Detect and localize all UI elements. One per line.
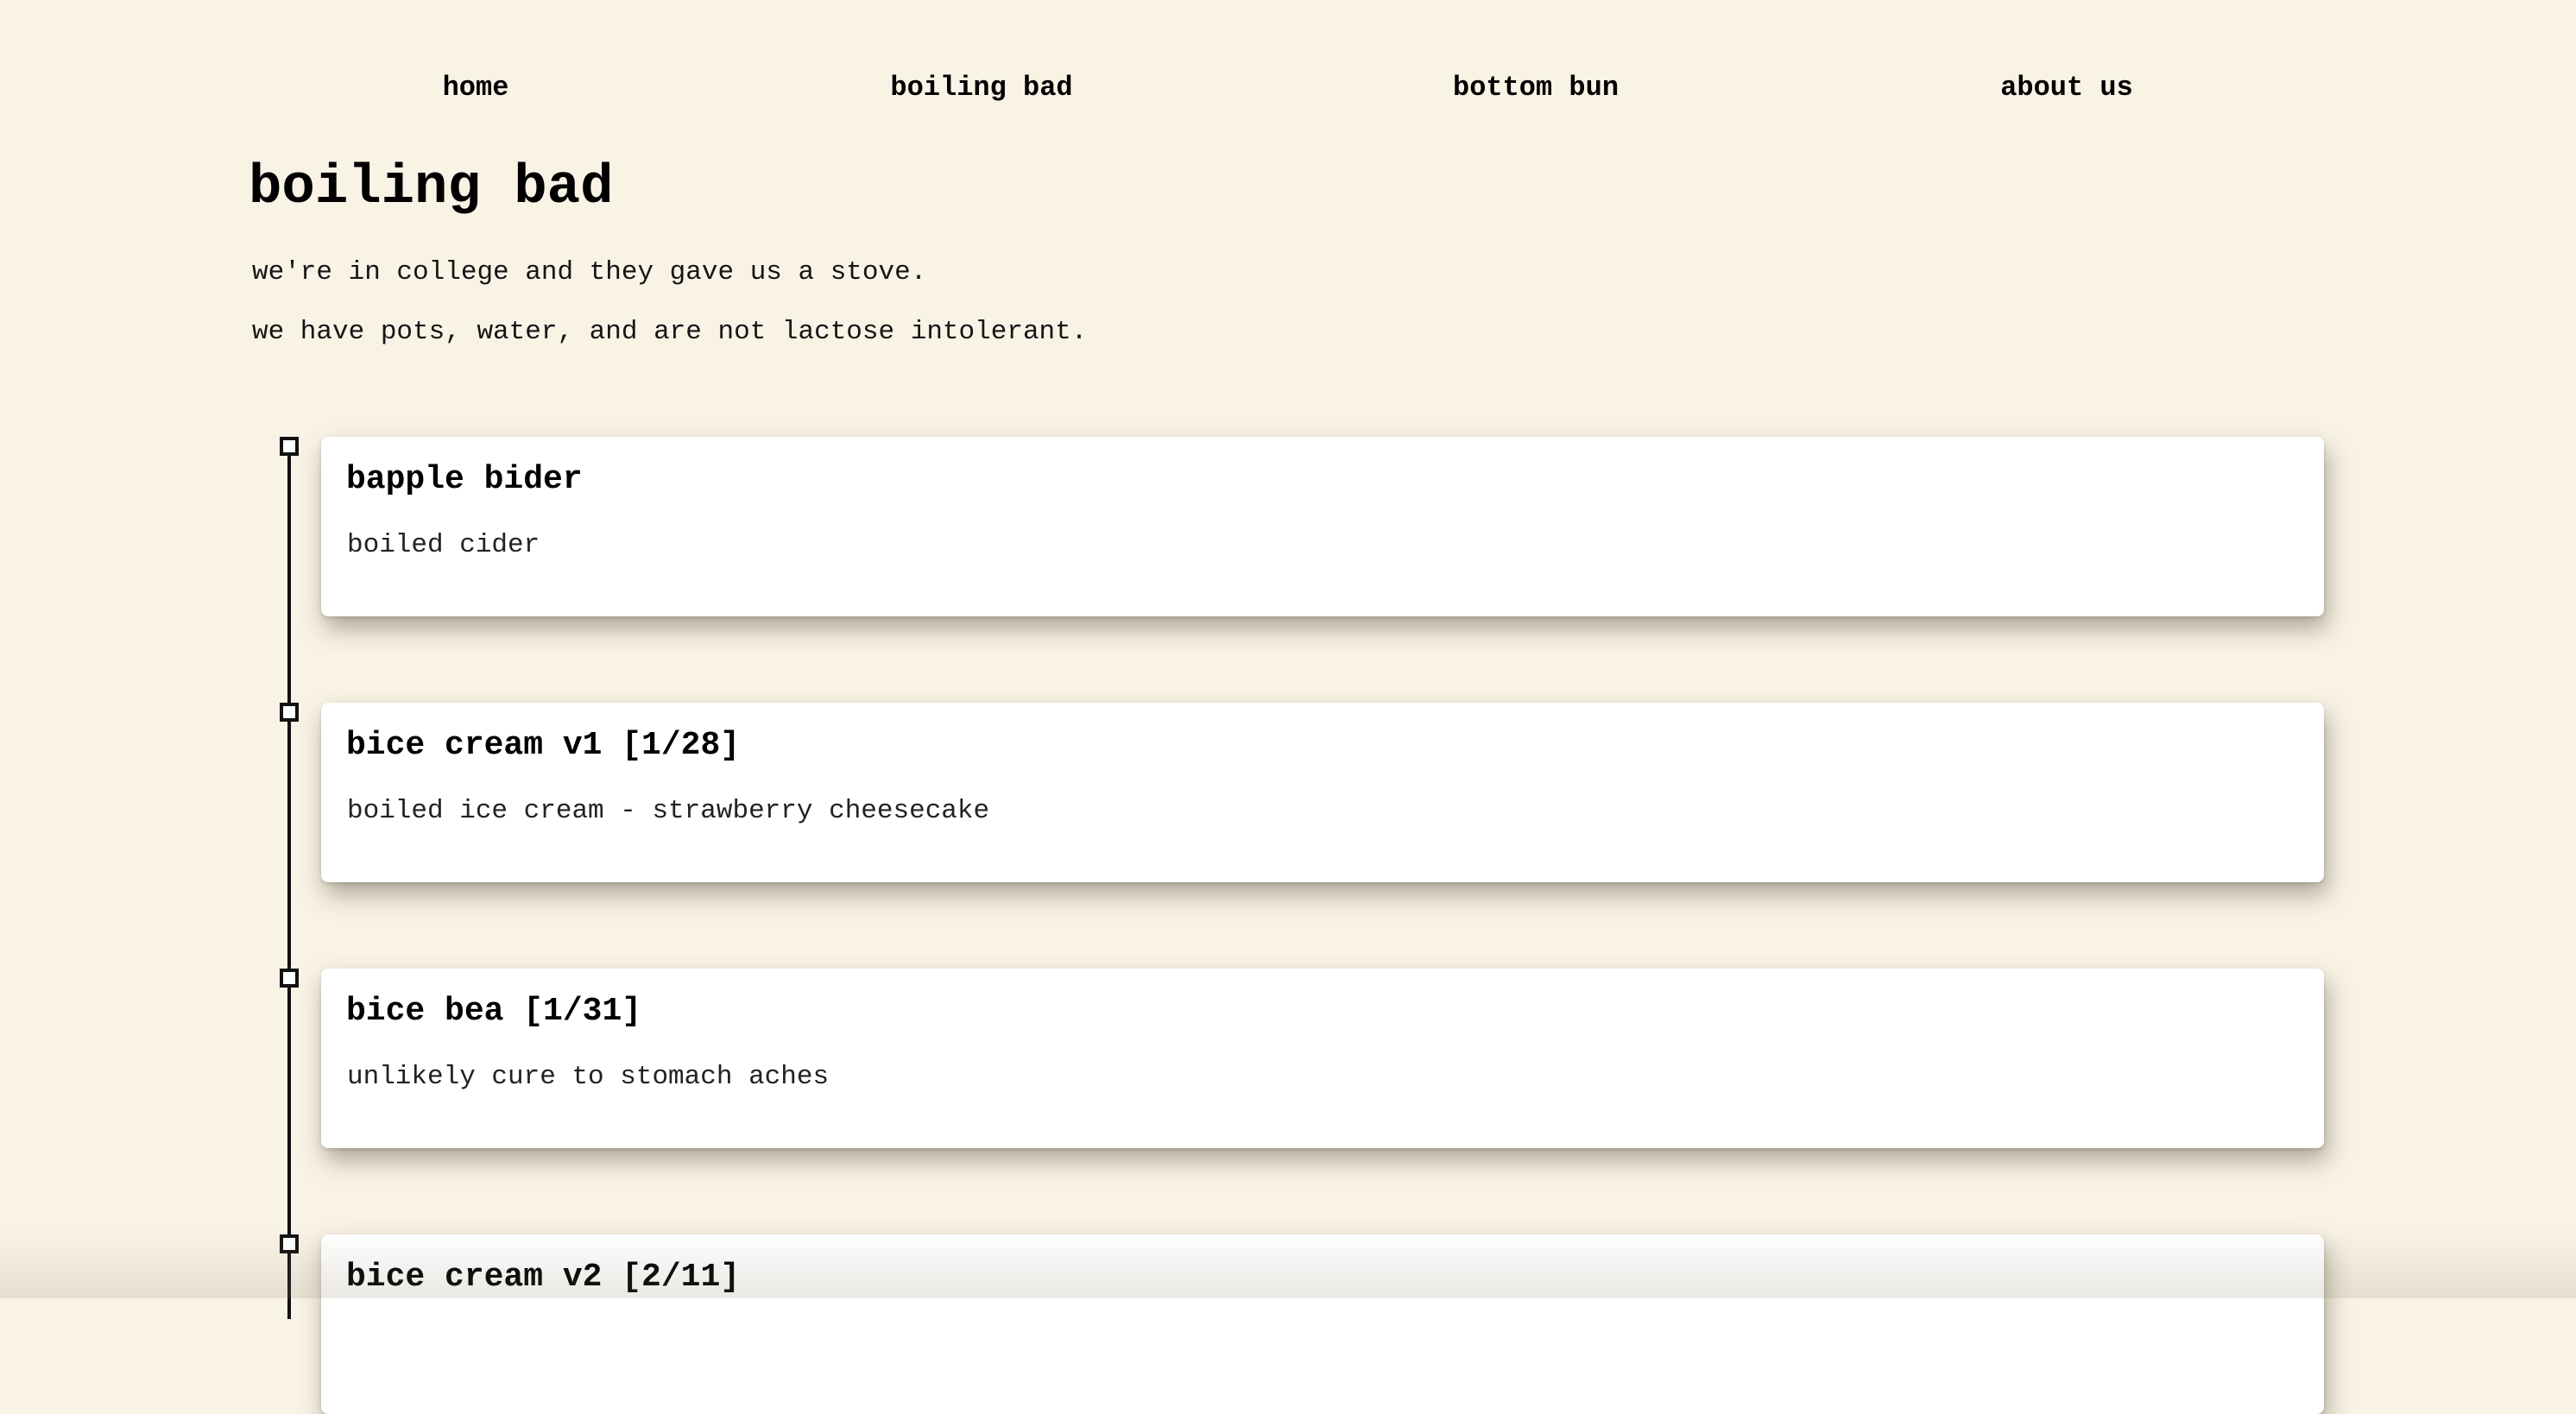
timeline-marker bbox=[280, 703, 299, 722]
nav-link-home[interactable]: home bbox=[443, 67, 509, 109]
card-title: bapple bider bbox=[346, 461, 583, 498]
card-description: boiled cider bbox=[347, 530, 540, 560]
timeline-card[interactable]: bapple bider boiled cider bbox=[321, 437, 2324, 616]
top-nav: home boiling bad bottom bun about us bbox=[0, 67, 2576, 109]
timeline-line bbox=[287, 439, 291, 1319]
intro-line-2: we have pots, water, and are not lactose… bbox=[252, 317, 1088, 347]
card-description: boiled ice cream - strawberry cheesecake bbox=[347, 796, 990, 826]
timeline-card[interactable]: bice bea [1/31] unlikely cure to stomach… bbox=[321, 969, 2324, 1148]
timeline-marker bbox=[280, 969, 299, 988]
nav-link-bottom-bun[interactable]: bottom bun bbox=[1453, 67, 1619, 109]
nav-link-about-us[interactable]: about us bbox=[2000, 67, 2133, 109]
page-title: boiling bad bbox=[249, 157, 614, 219]
card-title: bice bea [1/31] bbox=[346, 993, 642, 1030]
intro-line-1: we're in college and they gave us a stov… bbox=[252, 257, 927, 287]
timeline-marker bbox=[280, 1234, 299, 1253]
timeline-card[interactable]: bice cream v1 [1/28] boiled ice cream - … bbox=[321, 703, 2324, 882]
card-title: bice cream v1 [1/28] bbox=[346, 727, 741, 764]
timeline-marker bbox=[280, 437, 299, 456]
nav-link-boiling-bad[interactable]: boiling bad bbox=[890, 67, 1072, 109]
card-description: unlikely cure to stomach aches bbox=[347, 1062, 830, 1092]
timeline-card[interactable]: bice cream v2 [2/11] bbox=[321, 1234, 2324, 1414]
card-title: bice cream v2 [2/11] bbox=[346, 1259, 741, 1296]
